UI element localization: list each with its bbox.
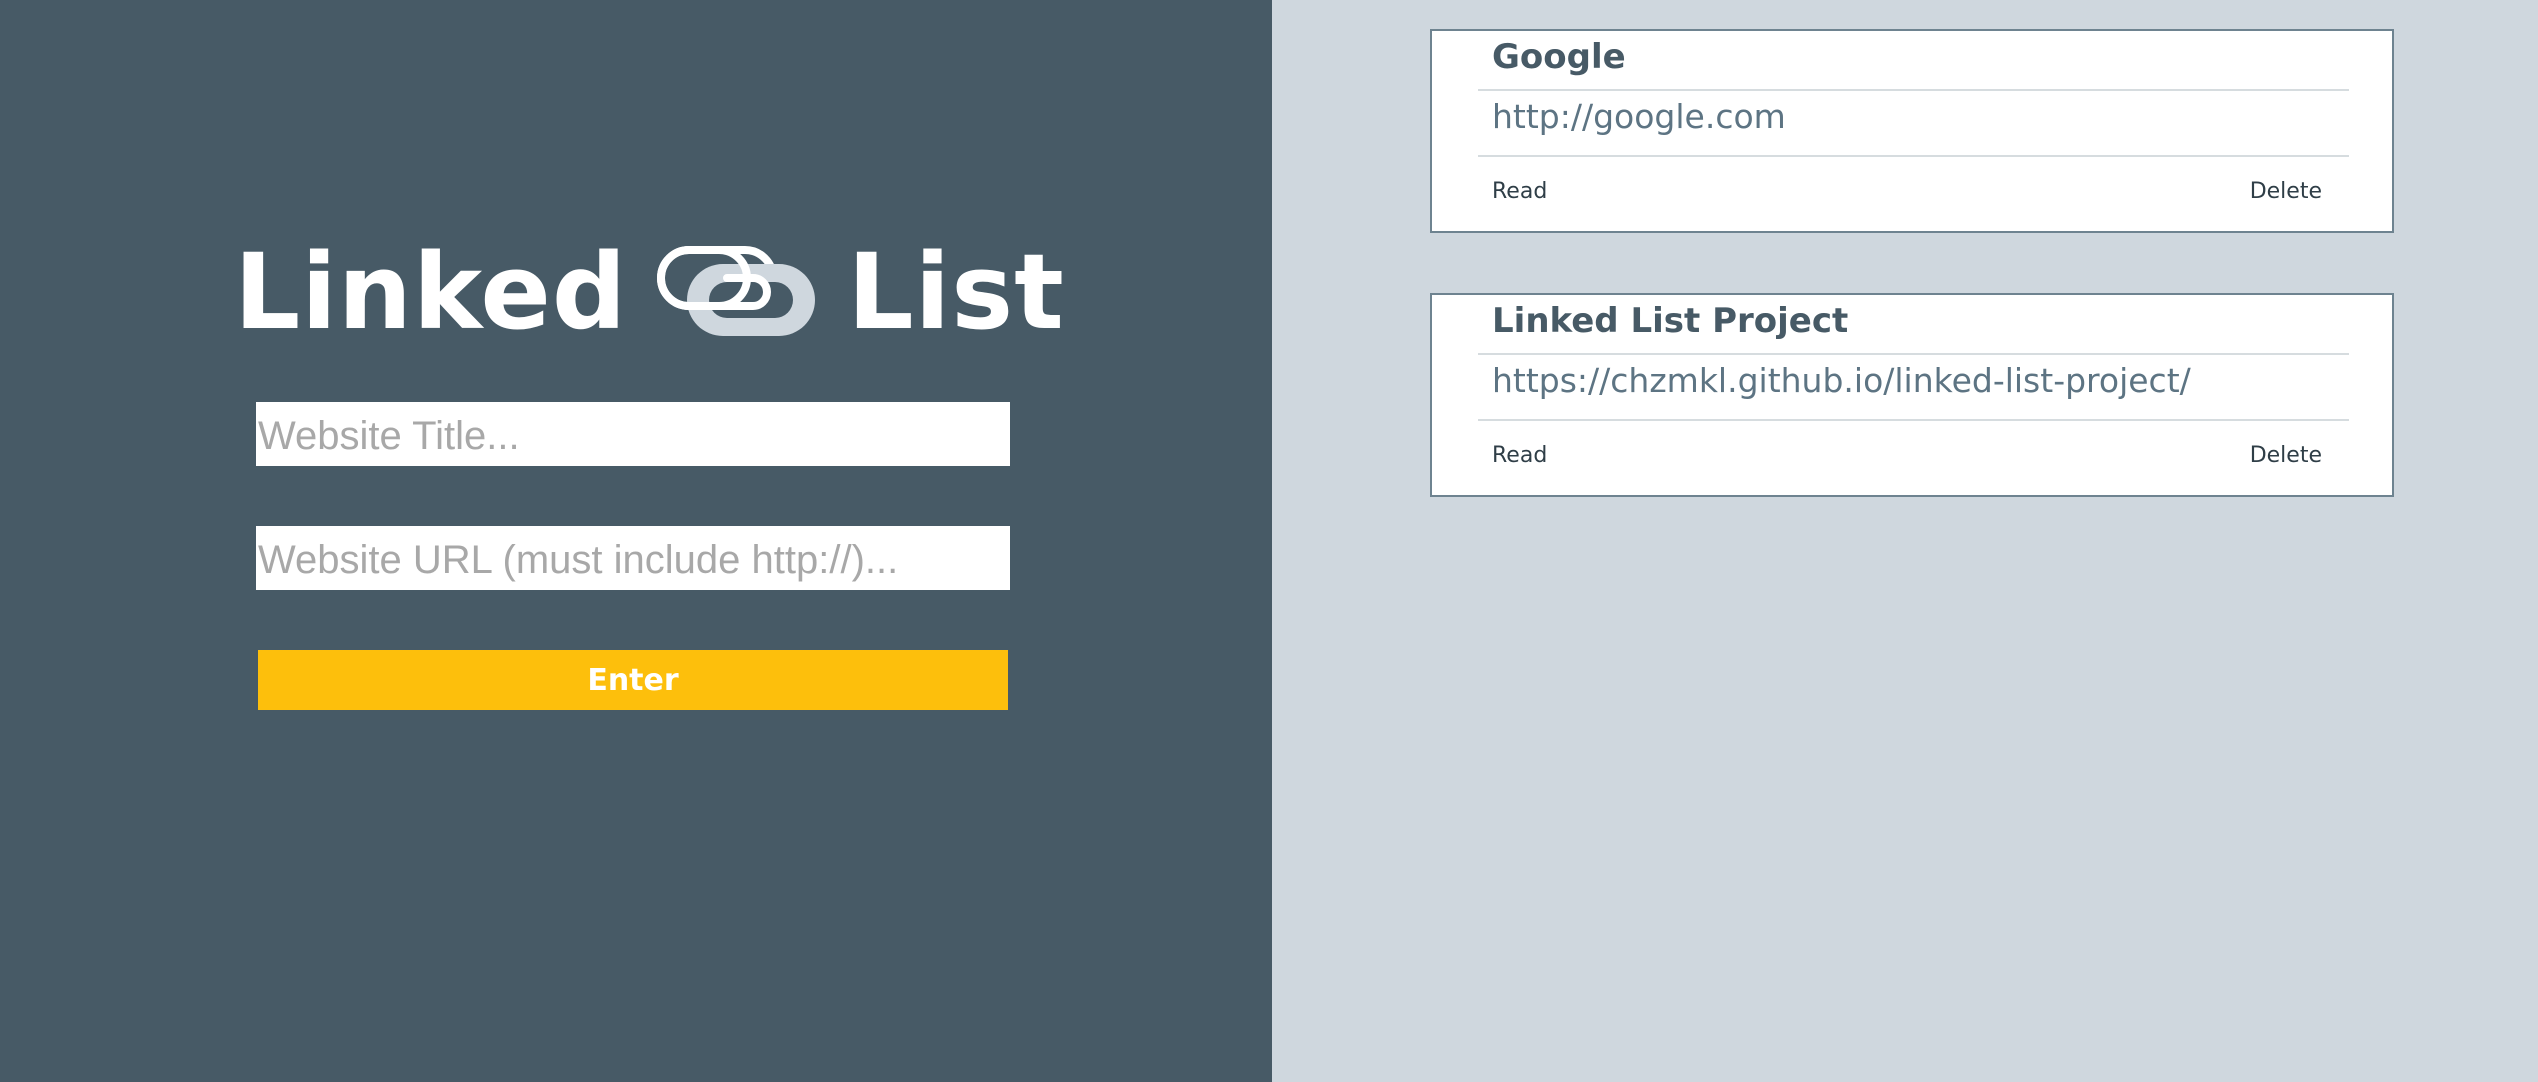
website-url-input[interactable] [256, 526, 1010, 590]
bookmark-title: Google [1492, 37, 1626, 77]
logo-word-list: List [847, 231, 1065, 353]
read-button[interactable]: Read [1492, 443, 1547, 468]
divider [1478, 419, 2349, 421]
bookmark-url-link[interactable]: http://google.com [1492, 97, 1786, 136]
bookmark-list-panel: Google http://google.com Read Delete Lin… [1272, 0, 2538, 1082]
paperclip-link-icon [657, 246, 816, 336]
app-page: Linked List Enter Google http://google.c… [0, 0, 2538, 1082]
delete-button[interactable]: Delete [2250, 443, 2322, 468]
website-title-input[interactable] [256, 402, 1010, 466]
divider [1478, 353, 2349, 355]
bookmark-card: Google http://google.com Read Delete [1430, 29, 2394, 233]
bookmark-card: Linked List Project https://chzmkl.githu… [1430, 293, 2394, 497]
bookmark-title: Linked List Project [1492, 301, 1849, 341]
enter-button[interactable]: Enter [258, 650, 1008, 710]
read-button[interactable]: Read [1492, 179, 1547, 204]
divider [1478, 89, 2349, 91]
logo-word-linked: Linked [234, 231, 628, 353]
app-logo: Linked List [234, 232, 1065, 352]
delete-button[interactable]: Delete [2250, 179, 2322, 204]
divider [1478, 155, 2349, 157]
bookmark-url-link[interactable]: https://chzmkl.github.io/linked-list-pro… [1492, 361, 2191, 400]
input-panel: Linked List Enter [0, 0, 1272, 1082]
